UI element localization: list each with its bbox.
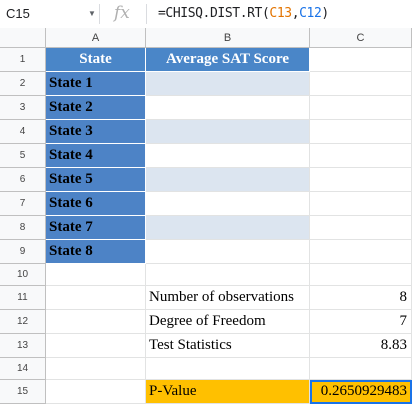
state-cell[interactable]: State 5: [46, 168, 146, 192]
cell[interactable]: [310, 358, 412, 380]
cell[interactable]: [46, 310, 146, 334]
formula-ref-arg1: C13: [269, 6, 292, 21]
sat-cell[interactable]: [146, 72, 310, 96]
cell[interactable]: [146, 264, 310, 286]
state-cell[interactable]: State 7: [46, 216, 146, 240]
formula-input[interactable]: =CHISQ.DIST.RT(C13,C12): [158, 6, 329, 21]
cell[interactable]: [310, 168, 412, 192]
row-header[interactable]: 12: [0, 310, 46, 334]
row-header[interactable]: 2: [0, 72, 46, 96]
row-header[interactable]: 1: [0, 48, 46, 72]
divider: [146, 4, 147, 24]
test-statistic-value-cell[interactable]: 8.83: [310, 334, 412, 358]
sat-cell[interactable]: [146, 144, 310, 168]
cell[interactable]: [46, 286, 146, 310]
dof-label-cell[interactable]: Degree of Freedom: [146, 310, 310, 334]
row-header[interactable]: 15: [0, 380, 46, 404]
chevron-down-icon[interactable]: ▼: [88, 9, 96, 18]
obs-label-cell[interactable]: Number of observations: [146, 286, 310, 310]
row-header[interactable]: 4: [0, 120, 46, 144]
formula-prefix: =CHISQ.DIST.RT(: [158, 6, 270, 21]
row-header[interactable]: 11: [0, 286, 46, 310]
row-header[interactable]: 7: [0, 192, 46, 216]
row-header[interactable]: 13: [0, 334, 46, 358]
row-header[interactable]: 8: [0, 216, 46, 240]
cell[interactable]: [310, 48, 412, 72]
state-cell[interactable]: State 2: [46, 96, 146, 120]
cell[interactable]: [310, 120, 412, 144]
column-header-c[interactable]: C: [310, 28, 412, 48]
p-value-label-cell[interactable]: P-Value: [146, 380, 310, 404]
formula-bar: C15 ▼ fx =CHISQ.DIST.RT(C13,C12): [0, 0, 412, 29]
select-all-corner[interactable]: [0, 28, 46, 48]
state-cell[interactable]: State 1: [46, 72, 146, 96]
row-header[interactable]: 3: [0, 96, 46, 120]
state-cell[interactable]: State 6: [46, 192, 146, 216]
formula-separator: ,: [291, 6, 300, 21]
obs-value-cell[interactable]: 8: [310, 286, 412, 310]
header-state[interactable]: State: [46, 48, 146, 72]
state-cell[interactable]: State 8: [46, 240, 146, 264]
test-statistic-label-cell[interactable]: Test Statistics: [146, 334, 310, 358]
sat-cell[interactable]: [146, 216, 310, 240]
state-cell[interactable]: State 4: [46, 144, 146, 168]
state-cell[interactable]: State 3: [46, 120, 146, 144]
header-average-sat-score[interactable]: Average SAT Score: [146, 48, 310, 72]
cell[interactable]: [46, 264, 146, 286]
column-header-a[interactable]: A: [46, 28, 146, 48]
cell[interactable]: [310, 264, 412, 286]
row-header[interactable]: 14: [0, 358, 46, 380]
cell[interactable]: [146, 358, 310, 380]
cell[interactable]: [310, 240, 412, 264]
divider: [99, 4, 100, 24]
sat-cell[interactable]: [146, 120, 310, 144]
dof-value-cell[interactable]: 7: [310, 310, 412, 334]
name-box[interactable]: C15 ▼: [0, 0, 98, 28]
cell-reference[interactable]: C15: [6, 6, 30, 21]
formula-ref-arg2: C12: [299, 6, 322, 21]
p-value-result-cell[interactable]: 0.2650929483: [310, 380, 412, 404]
sat-cell[interactable]: [146, 192, 310, 216]
formula-suffix: ): [321, 6, 329, 21]
column-header-b[interactable]: B: [146, 28, 310, 48]
cell[interactable]: [46, 380, 146, 404]
cell[interactable]: [310, 192, 412, 216]
cell[interactable]: [310, 216, 412, 240]
cell[interactable]: [310, 96, 412, 120]
sat-cell[interactable]: [146, 96, 310, 120]
fx-icon: fx: [114, 3, 130, 23]
cell[interactable]: [46, 358, 146, 380]
cell[interactable]: [310, 144, 412, 168]
sat-cell[interactable]: [146, 240, 310, 264]
cell[interactable]: [310, 72, 412, 96]
sat-cell[interactable]: [146, 168, 310, 192]
row-header[interactable]: 6: [0, 168, 46, 192]
row-header[interactable]: 5: [0, 144, 46, 168]
row-header[interactable]: 10: [0, 264, 46, 286]
row-header[interactable]: 9: [0, 240, 46, 264]
cell[interactable]: [46, 334, 146, 358]
